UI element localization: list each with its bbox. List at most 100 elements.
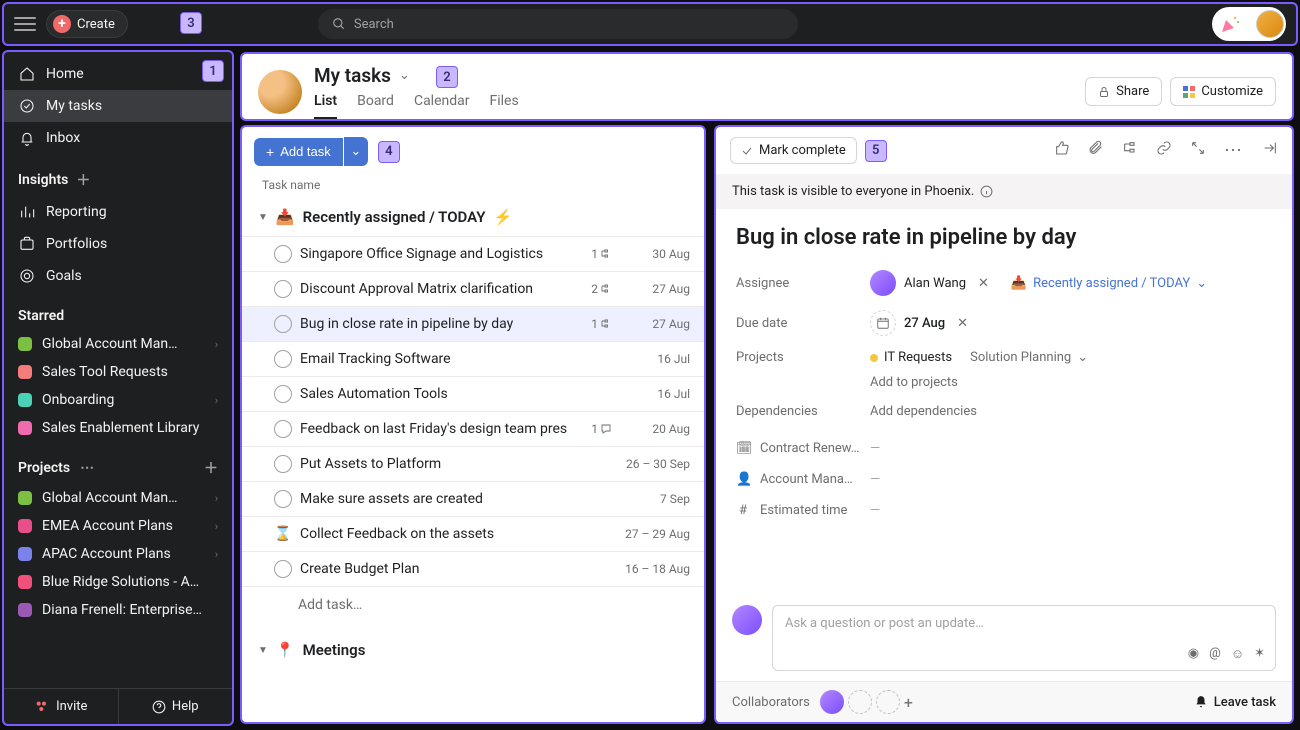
tab-board[interactable]: Board (357, 93, 394, 119)
starred-project-item[interactable]: Sales Tool Requests (4, 358, 232, 386)
assignee-chip[interactable]: Alan Wang ✕ (870, 270, 989, 296)
user-menu[interactable] (1212, 7, 1286, 41)
project-item[interactable]: EMEA Account Plans › (4, 512, 232, 540)
tab-list[interactable]: List (314, 93, 337, 119)
complete-checkbox[interactable] (274, 245, 292, 263)
add-task-button[interactable]: + Add task (254, 138, 343, 166)
ellipsis-icon[interactable]: ⋯ (80, 460, 94, 476)
add-collaborator-placeholder[interactable] (876, 690, 900, 714)
more-icon[interactable]: ⋯ (1224, 140, 1244, 161)
task-row[interactable]: Discount Approval Matrix clarification 2… (242, 271, 704, 306)
complete-checkbox[interactable] (274, 420, 292, 438)
task-row[interactable]: Bug in close rate in pipeline by day 1 2… (242, 306, 704, 341)
clear-assignee-icon[interactable]: ✕ (978, 276, 989, 291)
chevron-right-icon: › (215, 548, 218, 561)
star-icon[interactable]: ✶ (1254, 646, 1265, 662)
invite-button[interactable]: Invite (4, 689, 118, 724)
project-item[interactable]: APAC Account Plans › (4, 540, 232, 568)
task-row[interactable]: Make sure assets are created 7 Sep (242, 481, 704, 516)
custom-field-row[interactable]: # Estimated time — (736, 499, 1272, 522)
mention-icon[interactable]: @ (1209, 646, 1221, 662)
collaborator-avatar[interactable] (820, 690, 844, 714)
task-row[interactable]: Email Tracking Software 16 Jul (242, 341, 704, 376)
sidebar-section-starred[interactable]: Starred (4, 292, 232, 330)
project-item[interactable]: Diana Frenell: Enterprise… (4, 596, 232, 624)
plus-icon: + (266, 144, 274, 160)
sidebar-item-inbox[interactable]: Inbox (4, 122, 232, 154)
starred-project-item[interactable]: Onboarding › (4, 386, 232, 414)
complete-checkbox[interactable] (274, 385, 292, 403)
complete-checkbox[interactable] (274, 455, 292, 473)
task-row[interactable]: ⌛ Collect Feedback on the assets 27 – 29… (242, 516, 704, 551)
tab-calendar[interactable]: Calendar (414, 93, 470, 119)
leave-task-button[interactable]: Leave task (1194, 695, 1276, 710)
section-meetings[interactable]: ▼ 📍 Meetings (242, 631, 704, 669)
section-recently-assigned[interactable]: ▼ 📥 Recently assigned / TODAY ⚡ (242, 198, 704, 236)
close-panel-icon[interactable] (1262, 140, 1278, 161)
fullscreen-icon[interactable] (1190, 140, 1206, 161)
subtask-icon[interactable] (1122, 140, 1138, 161)
project-tag-2[interactable]: Solution Planning ⌄ (970, 350, 1088, 365)
sidebar-item-home[interactable]: Home (4, 58, 232, 90)
collaborator-avatars[interactable]: + (820, 690, 913, 714)
record-icon[interactable]: ◉ (1188, 646, 1199, 662)
emoji-icon[interactable]: ☺ (1231, 646, 1244, 662)
project-item[interactable]: Blue Ridge Solutions - A… (4, 568, 232, 596)
tab-files[interactable]: Files (490, 93, 519, 119)
sidebar-section-projects[interactable]: Projects ⋯ ＋ (4, 442, 232, 484)
starred-project-item[interactable]: Global Account Man… › (4, 330, 232, 358)
clear-date-icon[interactable]: ✕ (957, 316, 968, 331)
subtask-count: 1 (591, 247, 612, 261)
complete-checkbox[interactable] (274, 315, 292, 333)
add-icon[interactable]: ＋ (76, 170, 90, 190)
add-to-projects-link[interactable]: Add to projects (870, 375, 1088, 390)
mark-complete-button[interactable]: Mark complete (730, 137, 857, 164)
project-item[interactable]: Global Account Man… › (4, 484, 232, 512)
task-date: 16 Jul (620, 352, 690, 366)
custom-field-row[interactable]: 🗓 Contract Renew… — (736, 437, 1272, 460)
task-row[interactable]: Put Assets to Platform 26 – 30 Sep (242, 446, 704, 481)
create-button[interactable]: + Create (46, 10, 128, 38)
add-task-dropdown[interactable]: ⌄ (344, 137, 368, 166)
sidebar-item-portfolios[interactable]: Portfolios (4, 228, 232, 260)
starred-project-item[interactable]: Sales Enablement Library (4, 414, 232, 442)
help-button[interactable]: Help (118, 689, 233, 724)
comment-input[interactable]: Ask a question or post an update… ◉ @ ☺ … (772, 605, 1276, 671)
link-icon[interactable] (1156, 140, 1172, 161)
complete-checkbox[interactable] (274, 280, 292, 298)
task-row[interactable]: Singapore Office Signage and Logistics 1… (242, 236, 704, 271)
task-detail-title[interactable]: Bug in close rate in pipeline by day (736, 225, 1272, 250)
task-row[interactable]: Create Budget Plan 16 – 18 Aug (242, 551, 704, 586)
hamburger-menu[interactable] (14, 13, 36, 35)
sidebar-section-insights[interactable]: Insights ＋ (4, 154, 232, 196)
like-icon[interactable] (1054, 140, 1070, 161)
attachment-icon[interactable] (1088, 140, 1104, 161)
task-row[interactable]: Sales Automation Tools 16 Jul (242, 376, 704, 411)
custom-field-row[interactable]: 👤 Account Manager — (736, 468, 1272, 491)
add-collaborator-placeholder[interactable] (848, 690, 872, 714)
info-icon[interactable] (980, 185, 993, 198)
task-row[interactable]: Feedback on last Friday's design team pr… (242, 411, 704, 446)
page-avatar[interactable] (258, 70, 302, 114)
chevron-down-icon[interactable]: ⌄ (399, 68, 410, 83)
add-project-icon[interactable]: ＋ (204, 458, 218, 478)
add-collaborator-icon[interactable]: + (904, 693, 913, 712)
bell-icon (18, 129, 36, 147)
project-tag-1[interactable]: IT Requests (870, 350, 952, 365)
complete-checkbox[interactable] (274, 560, 292, 578)
search-input[interactable]: Search (318, 9, 798, 39)
share-button[interactable]: Share (1085, 77, 1162, 106)
duedate-chip[interactable]: 27 Aug ✕ (870, 310, 968, 336)
customize-button[interactable]: Customize (1170, 77, 1276, 106)
complete-checkbox[interactable] (274, 490, 292, 508)
sidebar-item-mytasks[interactable]: My tasks (4, 90, 232, 122)
add-dependencies-link[interactable]: Add dependencies (870, 404, 977, 419)
project-color-chip (18, 575, 32, 589)
add-task-inline[interactable]: Add task… (242, 586, 704, 623)
sidebar-item-goals[interactable]: Goals (4, 260, 232, 292)
tutorial-marker-3: 3 (180, 12, 202, 34)
customize-label: Customize (1201, 84, 1263, 99)
section-selector[interactable]: 📥 Recently assigned / TODAY ⌄ (1011, 276, 1207, 291)
complete-checkbox[interactable] (274, 350, 292, 368)
sidebar-item-reporting[interactable]: Reporting (4, 196, 232, 228)
